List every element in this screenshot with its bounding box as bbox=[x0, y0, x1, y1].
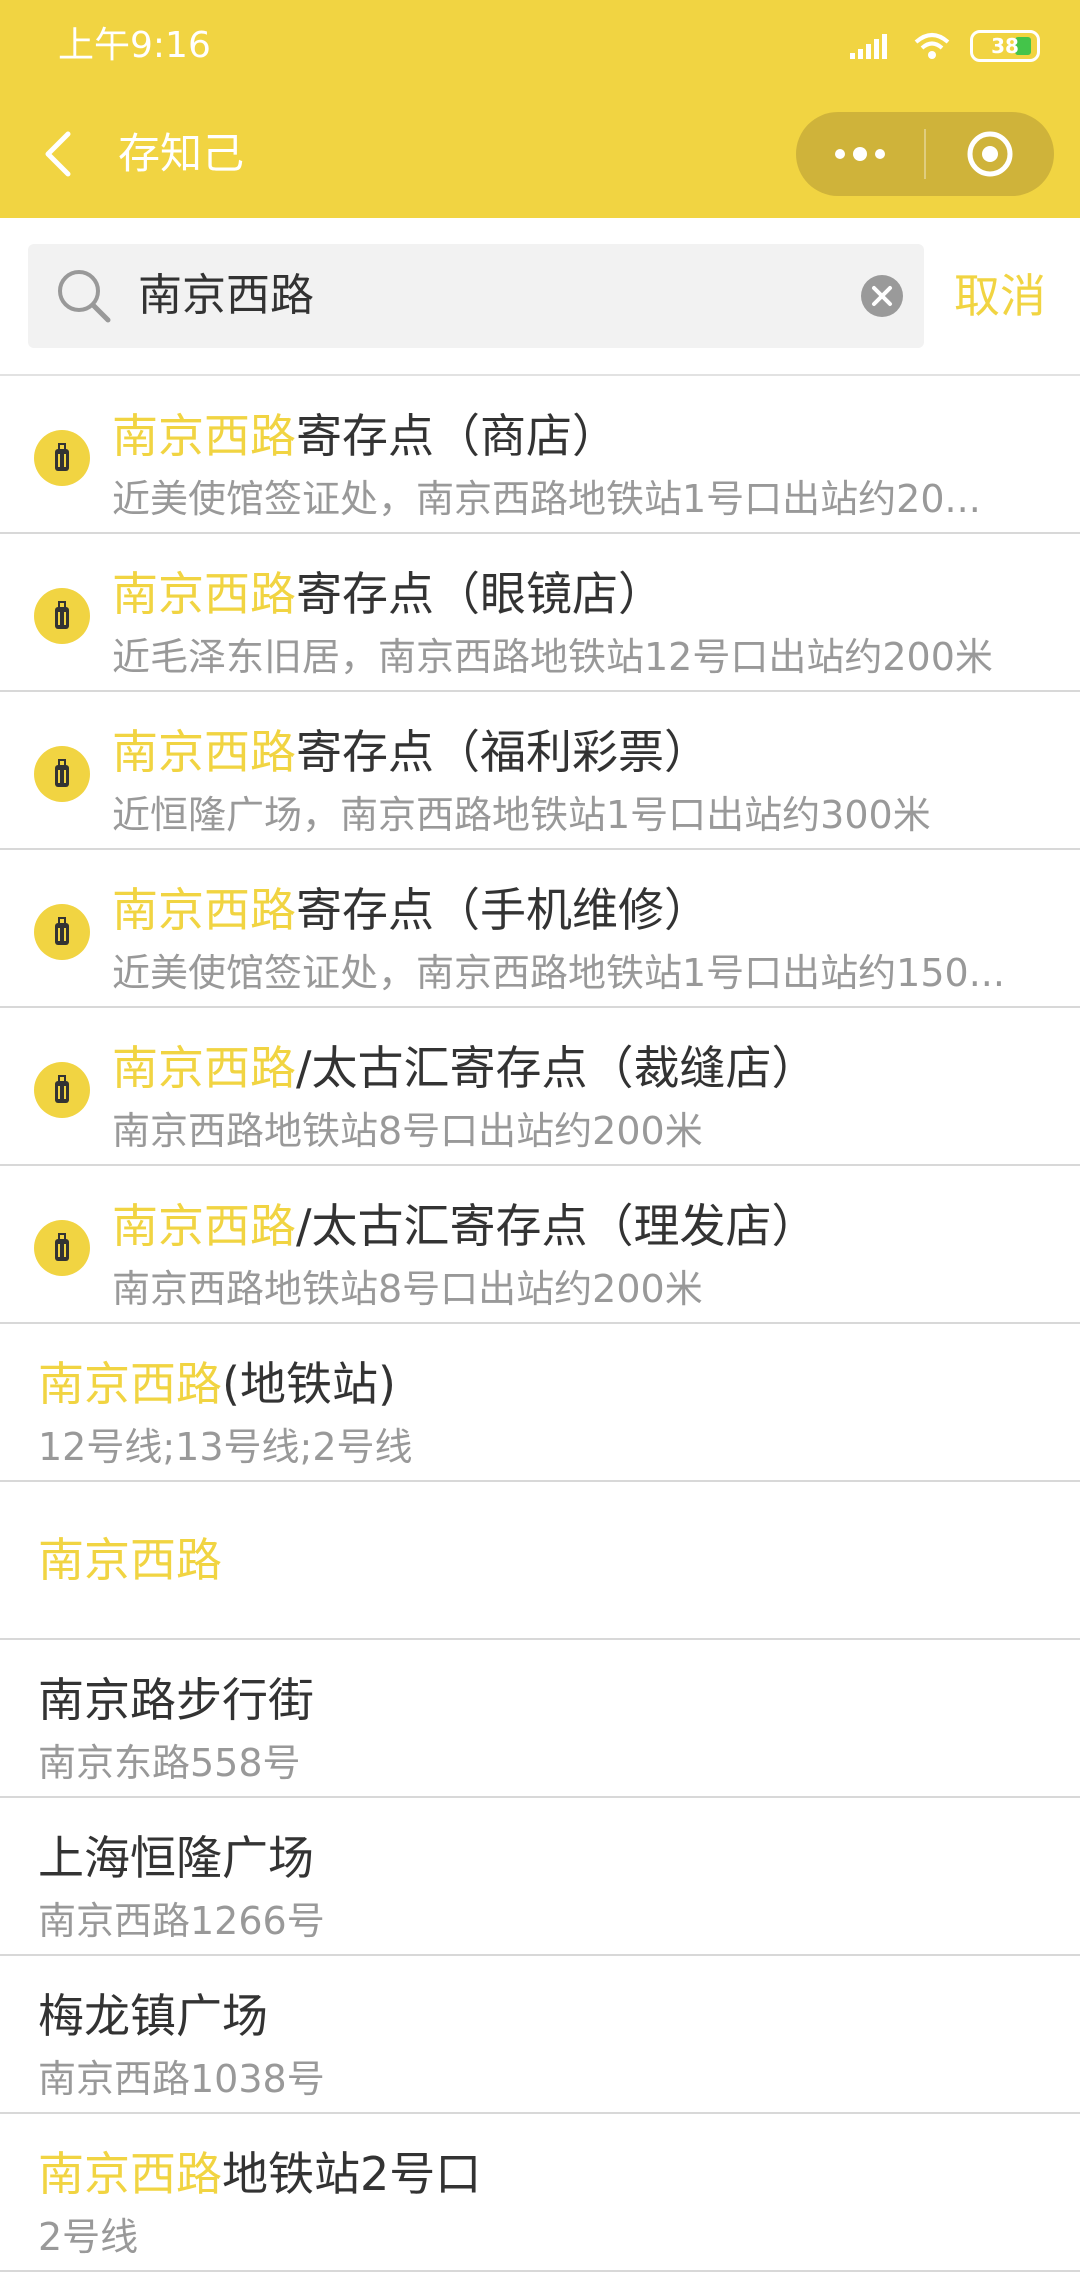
list-item[interactable]: 南京西路 bbox=[0, 1482, 1080, 1640]
item-title: 南京西路寄存点（眼镜店） bbox=[112, 564, 664, 624]
item-title-rest: 寄存点（手机维修） bbox=[296, 883, 710, 937]
luggage-pin-icon bbox=[34, 746, 90, 802]
list-item[interactable]: 南京西路/太古汇寄存点（理发店） 南京西路地铁站8号口出站约200米 bbox=[0, 1166, 1080, 1324]
item-subtitle: 2号线 bbox=[38, 2215, 139, 2259]
item-subtitle: 南京西路地铁站8号口出站约200米 bbox=[112, 1267, 703, 1311]
list-item[interactable]: 南京西路(地铁站) 12号线;13号线;2号线 bbox=[0, 1324, 1080, 1482]
search-box[interactable]: 南京西路 bbox=[28, 244, 924, 348]
item-title: 南京西路寄存点（福利彩票） bbox=[112, 722, 710, 782]
mini-program-capsule bbox=[796, 112, 1054, 196]
item-title-rest: /太古汇寄存点（理发店） bbox=[296, 1199, 818, 1253]
search-input[interactable]: 南京西路 bbox=[138, 244, 858, 348]
item-title: 南京西路寄存点（手机维修） bbox=[112, 880, 710, 940]
close-mini-program-button[interactable] bbox=[926, 112, 1054, 196]
battery-icon: 38 bbox=[970, 30, 1040, 62]
item-title: 南京西路寄存点（商店） bbox=[112, 406, 618, 466]
luggage-pin-icon bbox=[34, 1220, 90, 1276]
luggage-pin-icon bbox=[34, 904, 90, 960]
list-item[interactable]: 南京路步行街 南京东路558号 bbox=[0, 1640, 1080, 1798]
results-list: 南京西路寄存点（商店） 近美使馆签证处，南京西路地铁站1号口出站约20... 南… bbox=[0, 374, 1080, 2272]
item-title-rest: 寄存点（商店） bbox=[296, 409, 618, 463]
item-title-highlight: 南京西路 bbox=[112, 883, 296, 937]
item-title-highlight: 南京西路 bbox=[112, 1041, 296, 1095]
luggage-pin-icon bbox=[34, 430, 90, 486]
list-item[interactable]: 南京西路寄存点（商店） 近美使馆签证处，南京西路地铁站1号口出站约20... bbox=[0, 376, 1080, 534]
item-title-highlight: 南京西路 bbox=[38, 1533, 222, 1587]
item-subtitle: 南京西路1266号 bbox=[38, 1899, 325, 1943]
item-title-rest: 寄存点（福利彩票） bbox=[296, 725, 710, 779]
item-subtitle: 近恒隆广场，南京西路地铁站1号口出站约300米 bbox=[112, 793, 931, 837]
item-subtitle: 近美使馆签证处，南京西路地铁站1号口出站约150... bbox=[112, 951, 1005, 995]
item-title-highlight: 南京西路 bbox=[38, 2147, 222, 2201]
battery-level: 38 bbox=[991, 34, 1019, 58]
clear-icon[interactable] bbox=[860, 274, 904, 318]
item-title-rest: /太古汇寄存点（裁缝店） bbox=[296, 1041, 818, 1095]
list-item[interactable]: 南京西路地铁站2号口 2号线 bbox=[0, 2114, 1080, 2272]
item-title-rest: 寄存点（眼镜店） bbox=[296, 567, 664, 621]
item-title: 南京西路地铁站2号口 bbox=[38, 2144, 481, 2204]
cancel-button[interactable]: 取消 bbox=[954, 268, 1046, 324]
list-item[interactable]: 上海恒隆广场 南京西路1266号 bbox=[0, 1798, 1080, 1956]
list-item[interactable]: 南京西路寄存点（福利彩票） 近恒隆广场，南京西路地铁站1号口出站约300米 bbox=[0, 692, 1080, 850]
item-title-highlight: 南京西路 bbox=[112, 409, 296, 463]
item-title-highlight: 南京西路 bbox=[112, 567, 296, 621]
item-title: 南京西路/太古汇寄存点（理发店） bbox=[112, 1196, 818, 1256]
item-title-rest: (地铁站) bbox=[222, 1357, 396, 1411]
item-title: 梅龙镇广场 bbox=[38, 1989, 268, 2043]
list-item[interactable]: 南京西路/太古汇寄存点（裁缝店） 南京西路地铁站8号口出站约200米 bbox=[0, 1008, 1080, 1166]
item-subtitle: 近美使馆签证处，南京西路地铁站1号口出站约20... bbox=[112, 477, 981, 521]
item-title: 南京路步行街 bbox=[38, 1673, 314, 1727]
item-title: 南京西路 bbox=[38, 1530, 222, 1590]
luggage-pin-icon bbox=[34, 588, 90, 644]
item-subtitle: 近毛泽东旧居，南京西路地铁站12号口出站约200米 bbox=[112, 635, 993, 679]
status-icons: 38 bbox=[850, 26, 1040, 66]
item-title: 南京西路/太古汇寄存点（裁缝店） bbox=[112, 1038, 818, 1098]
item-subtitle: 南京东路558号 bbox=[38, 1741, 301, 1785]
item-title: 南京西路(地铁站) bbox=[38, 1354, 396, 1414]
item-title-highlight: 南京西路 bbox=[112, 1199, 296, 1253]
more-button[interactable] bbox=[796, 112, 924, 196]
back-arrow-icon[interactable] bbox=[38, 124, 78, 184]
item-subtitle: 南京西路1038号 bbox=[38, 2057, 325, 2101]
item-title-rest: 地铁站2号口 bbox=[222, 2147, 482, 2201]
item-title: 上海恒隆广场 bbox=[38, 1831, 314, 1885]
signal-icon bbox=[850, 34, 887, 59]
item-title-highlight: 南京西路 bbox=[112, 725, 296, 779]
status-time: 上午9:16 bbox=[58, 25, 211, 66]
wifi-icon bbox=[914, 33, 950, 59]
list-item[interactable]: 南京西路寄存点（眼镜店） 近毛泽东旧居，南京西路地铁站12号口出站约200米 bbox=[0, 534, 1080, 692]
target-icon bbox=[967, 131, 1013, 177]
top-bar: 上午9:16 38 存知己 bbox=[0, 0, 1080, 218]
list-item[interactable]: 梅龙镇广场 南京西路1038号 bbox=[0, 1956, 1080, 2114]
item-subtitle: 12号线;13号线;2号线 bbox=[38, 1425, 413, 1469]
item-title-highlight: 南京西路 bbox=[38, 1357, 222, 1411]
item-subtitle: 南京西路地铁站8号口出站约200米 bbox=[112, 1109, 703, 1153]
page-title: 存知己 bbox=[118, 129, 245, 178]
luggage-pin-icon bbox=[34, 1062, 90, 1118]
list-item[interactable]: 南京西路寄存点（手机维修） 近美使馆签证处，南京西路地铁站1号口出站约150..… bbox=[0, 850, 1080, 1008]
more-dots-icon bbox=[835, 147, 885, 161]
search-icon bbox=[58, 270, 111, 323]
